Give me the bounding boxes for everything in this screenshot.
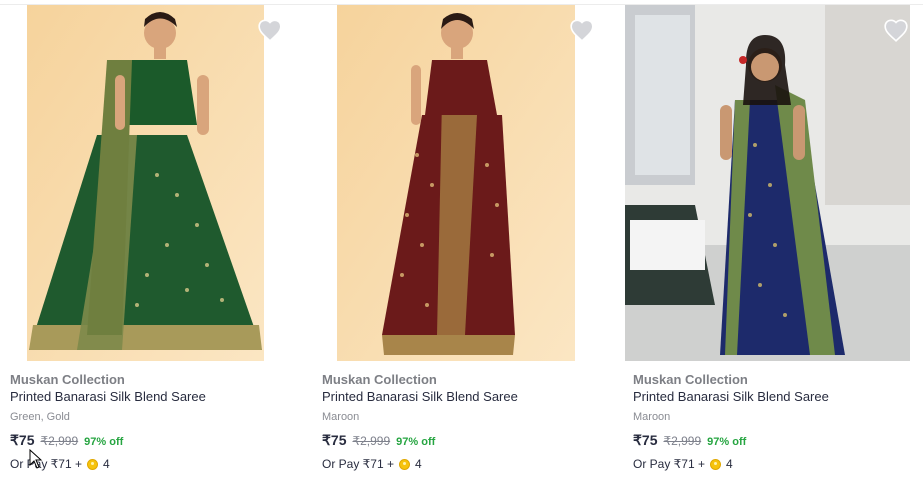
coin-count: 4 xyxy=(415,457,422,471)
wishlist-heart-icon[interactable] xyxy=(883,18,909,42)
product-image[interactable] xyxy=(337,5,575,361)
or-pay-text: Or Pay ₹71 + xyxy=(322,457,394,471)
coin-icon xyxy=(87,458,98,470)
discount-badge: 97% off xyxy=(707,436,747,448)
or-pay-text: Or Pay ₹71 + xyxy=(633,457,705,471)
product-image[interactable] xyxy=(625,5,910,361)
product-card[interactable]: Muskan Collection Printed Banarasi Silk … xyxy=(312,0,612,497)
selling-price: ₹75 xyxy=(633,432,658,448)
coin-pay-row: Or Pay ₹71 + 4 xyxy=(633,457,733,471)
product-card[interactable]: Muskan Collection Printed Banarasi Silk … xyxy=(0,0,300,497)
product-title[interactable]: Printed Banarasi Silk Blend Saree xyxy=(10,389,206,404)
product-card[interactable]: Muskan Collection Printed Banarasi Silk … xyxy=(623,0,923,497)
price-row: ₹75 ₹2,999 97% off xyxy=(10,432,123,449)
price-row: ₹75 ₹2,999 97% off xyxy=(322,432,435,449)
mouse-cursor-icon xyxy=(29,449,43,469)
product-brand: Muskan Collection xyxy=(10,372,125,387)
product-title[interactable]: Printed Banarasi Silk Blend Saree xyxy=(322,389,518,404)
discount-badge: 97% off xyxy=(84,436,124,448)
selling-price: ₹75 xyxy=(322,432,347,448)
product-color: Green, Gold xyxy=(10,411,70,423)
coin-count: 4 xyxy=(103,457,110,471)
product-brand: Muskan Collection xyxy=(633,372,748,387)
selling-price: ₹75 xyxy=(10,432,35,448)
coin-count: 4 xyxy=(726,457,733,471)
original-price: ₹2,999 xyxy=(663,434,702,448)
coin-icon xyxy=(710,458,721,470)
coin-icon xyxy=(399,458,410,470)
product-title[interactable]: Printed Banarasi Silk Blend Saree xyxy=(633,389,829,404)
or-pay-text: Or Pay ₹71 + xyxy=(10,457,82,471)
wishlist-heart-icon[interactable] xyxy=(257,18,283,42)
product-brand: Muskan Collection xyxy=(322,372,437,387)
coin-pay-row: Or Pay ₹71 + 4 xyxy=(322,457,422,471)
product-color: Maroon xyxy=(633,411,671,423)
discount-badge: 97% off xyxy=(396,436,436,448)
original-price: ₹2,999 xyxy=(40,434,79,448)
price-row: ₹75 ₹2,999 97% off xyxy=(633,432,746,449)
wishlist-heart-icon[interactable] xyxy=(569,18,595,42)
product-color: Maroon xyxy=(322,411,360,423)
product-image[interactable] xyxy=(27,5,264,361)
coin-pay-row: Or Pay ₹71 + 4 xyxy=(10,457,110,471)
original-price: ₹2,999 xyxy=(352,434,391,448)
